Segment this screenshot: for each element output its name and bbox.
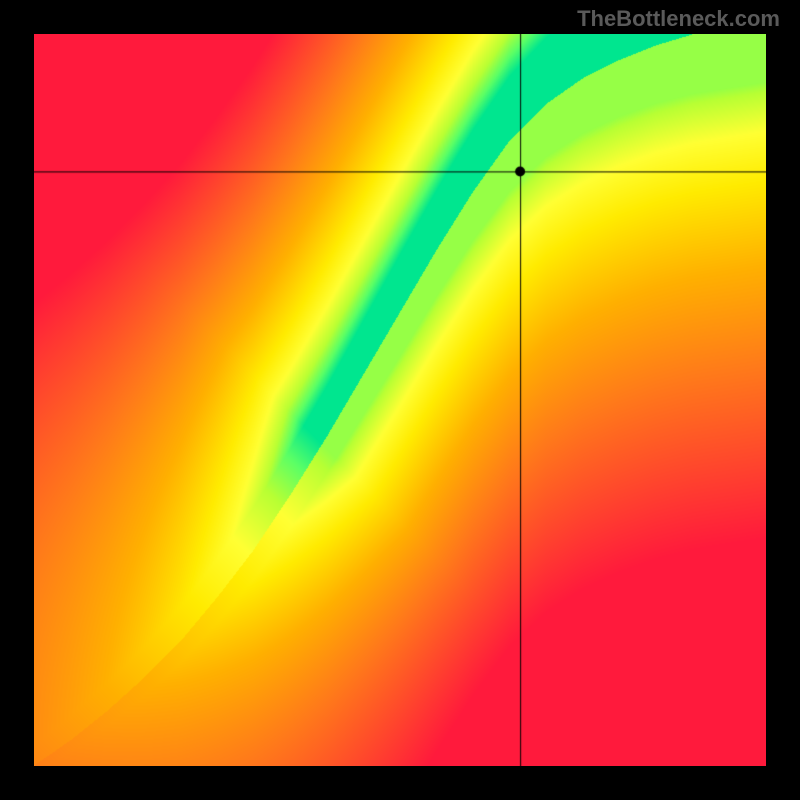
heatmap-plot <box>34 34 766 766</box>
watermark-text: TheBottleneck.com <box>577 6 780 32</box>
heatmap-canvas <box>34 34 766 766</box>
